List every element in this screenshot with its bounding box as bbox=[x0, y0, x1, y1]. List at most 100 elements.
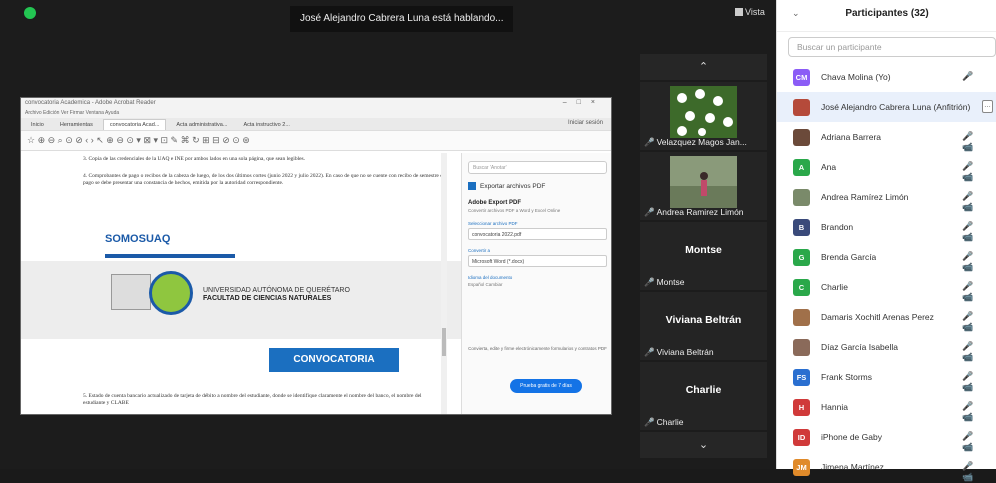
meeting-stage: José Alejandro Cabrera Luna está habland… bbox=[0, 0, 776, 469]
video-tile[interactable]: Montse 🎤 Montse bbox=[640, 222, 767, 290]
muted-mic-icon: 🎤 bbox=[644, 277, 655, 287]
mute-status-icons: 🎤 📹 bbox=[962, 401, 980, 422]
participants-title: Participantes (32) bbox=[845, 8, 929, 19]
tile-big-name: Viviana Beltrán bbox=[665, 314, 742, 326]
view-label: Vista bbox=[745, 7, 765, 17]
participant-name: Andrea Ramírez Limón bbox=[821, 192, 909, 202]
avatar: ID bbox=[793, 429, 810, 446]
export-heading: Adobe Export PDF bbox=[468, 200, 522, 206]
participant-row[interactable]: JM Jimena Martínez 🎤 📹 bbox=[777, 452, 996, 482]
muted-mic-icon: 🎤 bbox=[644, 417, 655, 427]
participant-name: Adriana Barrera bbox=[821, 132, 882, 142]
tab-acta-inst: Acta instructivo 2... bbox=[243, 122, 290, 128]
window-titlebar: convocatoria Academica - Adobe Acrobat R… bbox=[21, 98, 611, 109]
participant-row[interactable]: G Brenda García 🎤 📹 bbox=[777, 242, 996, 272]
avatar: JM bbox=[793, 459, 810, 476]
participant-list: CM Chava Molina (Yo) 🎤 José Alejandro Cabre… bbox=[777, 62, 996, 482]
more-options-button[interactable]: … bbox=[982, 100, 993, 113]
participant-name: Ana bbox=[821, 162, 837, 172]
muted-mic-icon: 🎤 bbox=[644, 207, 655, 217]
view-button[interactable]: Vista bbox=[735, 7, 765, 17]
video-tile[interactable]: Charlie 🎤 Charlie bbox=[640, 362, 767, 430]
window-title: convocatoria Academica - Adobe Acrobat R… bbox=[25, 100, 156, 106]
participant-row[interactable]: C Charlie 🎤 📹 bbox=[777, 272, 996, 302]
select-file-label: Seleccionar archivo PDF bbox=[468, 221, 518, 226]
grid-icon bbox=[735, 8, 743, 16]
participant-search-input[interactable]: Buscar un participante bbox=[788, 37, 996, 57]
muted-mic-icon: 🎤 bbox=[644, 347, 655, 357]
avatar bbox=[793, 339, 810, 356]
participants-panel: ⌄ Participantes (32) Buscar un participa… bbox=[776, 0, 996, 482]
muted-mic-icon: 🎤 bbox=[644, 137, 655, 147]
doc-paragraph-4: 4. Comprobantes de pago o recibos de la … bbox=[83, 173, 443, 186]
video-tile[interactable]: Viviana Beltrán 🎤 Viviana Beltrán bbox=[640, 292, 767, 360]
mute-status-icons: 🎤 📹 bbox=[962, 251, 980, 272]
strip-up-button[interactable]: ⌃ bbox=[640, 54, 767, 80]
mute-status-icons: 🎤 bbox=[962, 71, 980, 81]
participant-name: Hannia bbox=[821, 402, 848, 412]
avatar: B bbox=[793, 219, 810, 236]
tile-name: 🎤 Velazquez Magos Jan... bbox=[640, 137, 767, 148]
mute-status-icons: 🎤 📹 bbox=[962, 281, 980, 302]
video-tile[interactable]: 🎤 Andrea Ramirez Limón bbox=[640, 152, 767, 220]
language-label: Idioma del documento bbox=[468, 275, 513, 280]
panel-search: Buscar 'Anotar' bbox=[468, 161, 607, 174]
avatar: C bbox=[793, 279, 810, 296]
pdf-toolbar: ☆ ⊕ ⊖ ⌕ ⊙ ⊘ ‹ › ↖ ⊕ ⊖ ⊙ ▾ ⊠ ▾ ⊡ ✎ ⌘ ↻ ⊞ … bbox=[21, 131, 611, 151]
mute-status-icons: 🎤 📹 bbox=[962, 371, 980, 392]
avatar bbox=[793, 309, 810, 326]
uaq-seal-icon bbox=[111, 274, 151, 310]
scroll-thumb bbox=[442, 328, 446, 356]
avatar bbox=[793, 129, 810, 146]
export-pdf-row: Exportar archivos PDF bbox=[468, 182, 607, 190]
participant-name: Brenda García bbox=[821, 252, 877, 262]
tile-name: 🎤 Montse bbox=[640, 277, 767, 288]
pdf-document: 3. Copia de las credenciales de la UAQ e… bbox=[21, 153, 461, 414]
person-photo bbox=[670, 156, 737, 208]
participant-row[interactable]: Adriana Barrera 🎤 📹 bbox=[777, 122, 996, 152]
participant-name: Charlie bbox=[821, 282, 848, 292]
tile-name: 🎤 Andrea Ramirez Limón bbox=[640, 207, 767, 218]
participant-name: Brandon bbox=[821, 222, 854, 232]
video-tile[interactable]: 🎤 Velazquez Magos Jan... bbox=[640, 82, 767, 150]
trial-button: Prueba gratis de 7 días bbox=[510, 379, 582, 393]
participant-row[interactable]: José Alejandro Cabrera Luna (Anfitrión) … bbox=[777, 92, 996, 122]
avatar: A bbox=[793, 159, 810, 176]
participant-row[interactable]: CM Chava Molina (Yo) 🎤 bbox=[777, 62, 996, 92]
shared-screen: convocatoria Academica - Adobe Acrobat R… bbox=[20, 97, 612, 415]
participant-row[interactable]: FS Frank Storms 🎤 📹 bbox=[777, 362, 996, 392]
doc-paragraph-5: 5. Estado de cuenta bancario actualizado… bbox=[83, 393, 422, 406]
avatar bbox=[793, 189, 810, 206]
university-name: UNIVERSIDAD AUTÓNOMA DE QUERÉTARO FACULT… bbox=[203, 287, 350, 303]
participant-row[interactable]: ID iPhone de Gaby 🎤 📹 bbox=[777, 422, 996, 452]
somos-uaq-logo: SOMOSUAQ bbox=[105, 233, 171, 245]
mute-status-icons: 🎤 📹 bbox=[962, 461, 980, 482]
participant-name: Díaz García Isabella bbox=[821, 342, 899, 352]
export-subtitle: Convertir archivos PDF a Word y Excel On… bbox=[468, 208, 561, 213]
participant-row[interactable]: Andrea Ramírez Limón 🎤 📹 bbox=[777, 182, 996, 212]
participant-row[interactable]: B Brandon 🎤 📹 bbox=[777, 212, 996, 242]
tile-big-name: Charlie bbox=[685, 384, 722, 396]
tile-name: 🎤 Charlie bbox=[640, 417, 767, 428]
tab-tools: Herramientas bbox=[59, 122, 93, 128]
participant-row[interactable]: H Hannia 🎤 📹 bbox=[777, 392, 996, 422]
security-shield-icon[interactable] bbox=[24, 7, 36, 19]
fcn-seal-icon bbox=[149, 271, 193, 315]
convert-label: Convertir a bbox=[468, 248, 491, 253]
tile-name-text: Charlie bbox=[656, 417, 684, 427]
select-file-box: convocatoria 2022.pdf bbox=[468, 228, 607, 240]
strip-down-button[interactable]: ⌄ bbox=[640, 432, 767, 458]
participant-row[interactable]: Damaris Xochitl Arenas Perez 🎤 📹 bbox=[777, 302, 996, 332]
participant-row[interactable]: Díaz García Isabella 🎤 📹 bbox=[777, 332, 996, 362]
tile-name-text: Velazquez Magos Jan... bbox=[656, 137, 747, 147]
participant-name: José Alejandro Cabrera Luna (Anfitrión) bbox=[821, 102, 971, 112]
export-icon bbox=[468, 182, 476, 190]
flowers-photo bbox=[670, 86, 737, 138]
participant-name: Chava Molina (Yo) bbox=[821, 72, 891, 82]
tab-convocatoria: convocatoria Acad... bbox=[102, 119, 167, 130]
doc-scrollbar bbox=[441, 153, 447, 414]
participant-row[interactable]: A Ana 🎤 📹 bbox=[777, 152, 996, 182]
video-strip: ⌃ 🎤 Velazquez Magos Jan... 🎤 Andrea Ramire… bbox=[640, 54, 767, 458]
menu-bar: Archivo Edición Ver Firmar Ventana Ayuda bbox=[21, 109, 611, 118]
signin-link: Iniciar sesión bbox=[567, 120, 603, 126]
